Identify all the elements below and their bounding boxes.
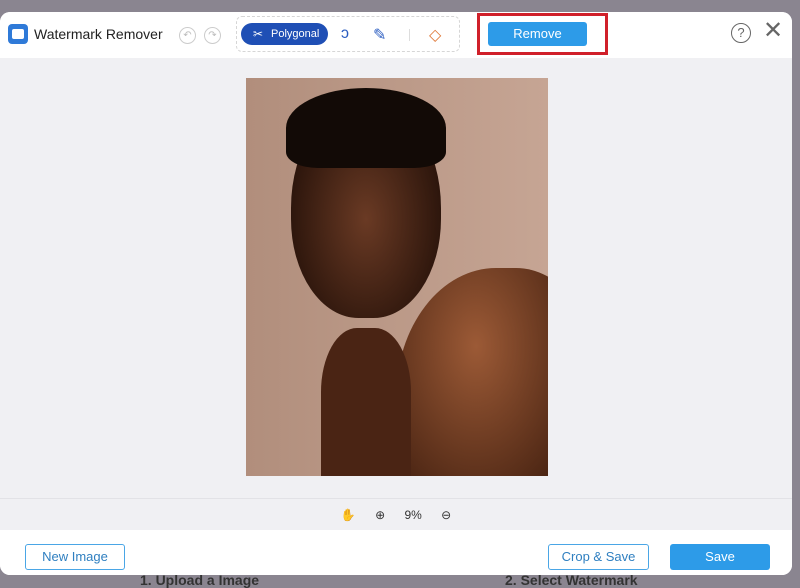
- eraser-tool-icon[interactable]: ◇: [429, 25, 441, 45]
- new-image-button[interactable]: New Image: [25, 544, 125, 570]
- hand-pan-icon[interactable]: ✋: [341, 499, 356, 531]
- zoom-out-icon[interactable]: ⊖: [441, 499, 451, 531]
- portrait-photo: [246, 78, 548, 476]
- polygon-icon: ✂: [253, 27, 264, 41]
- watermark-remover-dialog: Watermark Remover ↶ ↷ ✂ Polygonal ↄ ✎ ◇ R…: [0, 12, 792, 575]
- zoom-level: 9%: [404, 508, 422, 522]
- zoom-bar: ✋ ⊕ 9% ⊖: [0, 498, 792, 530]
- redo-icon[interactable]: ↷: [204, 27, 221, 44]
- remove-button[interactable]: Remove: [488, 22, 587, 46]
- selection-tools: ✂ Polygonal ↄ ✎ ◇: [236, 16, 460, 52]
- app-title: Watermark Remover: [34, 26, 163, 42]
- image-canvas[interactable]: [0, 58, 792, 498]
- help-icon[interactable]: ?: [731, 23, 751, 43]
- remove-highlight: Remove: [477, 13, 608, 55]
- brush-tool-icon[interactable]: ✎: [373, 25, 386, 45]
- close-icon[interactable]: ✕: [763, 18, 783, 44]
- footer: New Image Crop & Save Save: [0, 530, 792, 575]
- polygonal-label: Polygonal: [271, 28, 320, 40]
- crop-save-button[interactable]: Crop & Save: [548, 544, 649, 570]
- zoom-in-icon[interactable]: ⊕: [375, 499, 385, 531]
- polygonal-tool-button[interactable]: ✂ Polygonal: [241, 23, 328, 45]
- app-logo-icon: [8, 24, 28, 44]
- divider: [409, 29, 410, 41]
- save-button[interactable]: Save: [670, 544, 770, 570]
- undo-icon[interactable]: ↶: [179, 27, 196, 44]
- lasso-tool-icon[interactable]: ↄ: [341, 25, 349, 43]
- header: Watermark Remover ↶ ↷ ✂ Polygonal ↄ ✎ ◇ R…: [0, 12, 792, 58]
